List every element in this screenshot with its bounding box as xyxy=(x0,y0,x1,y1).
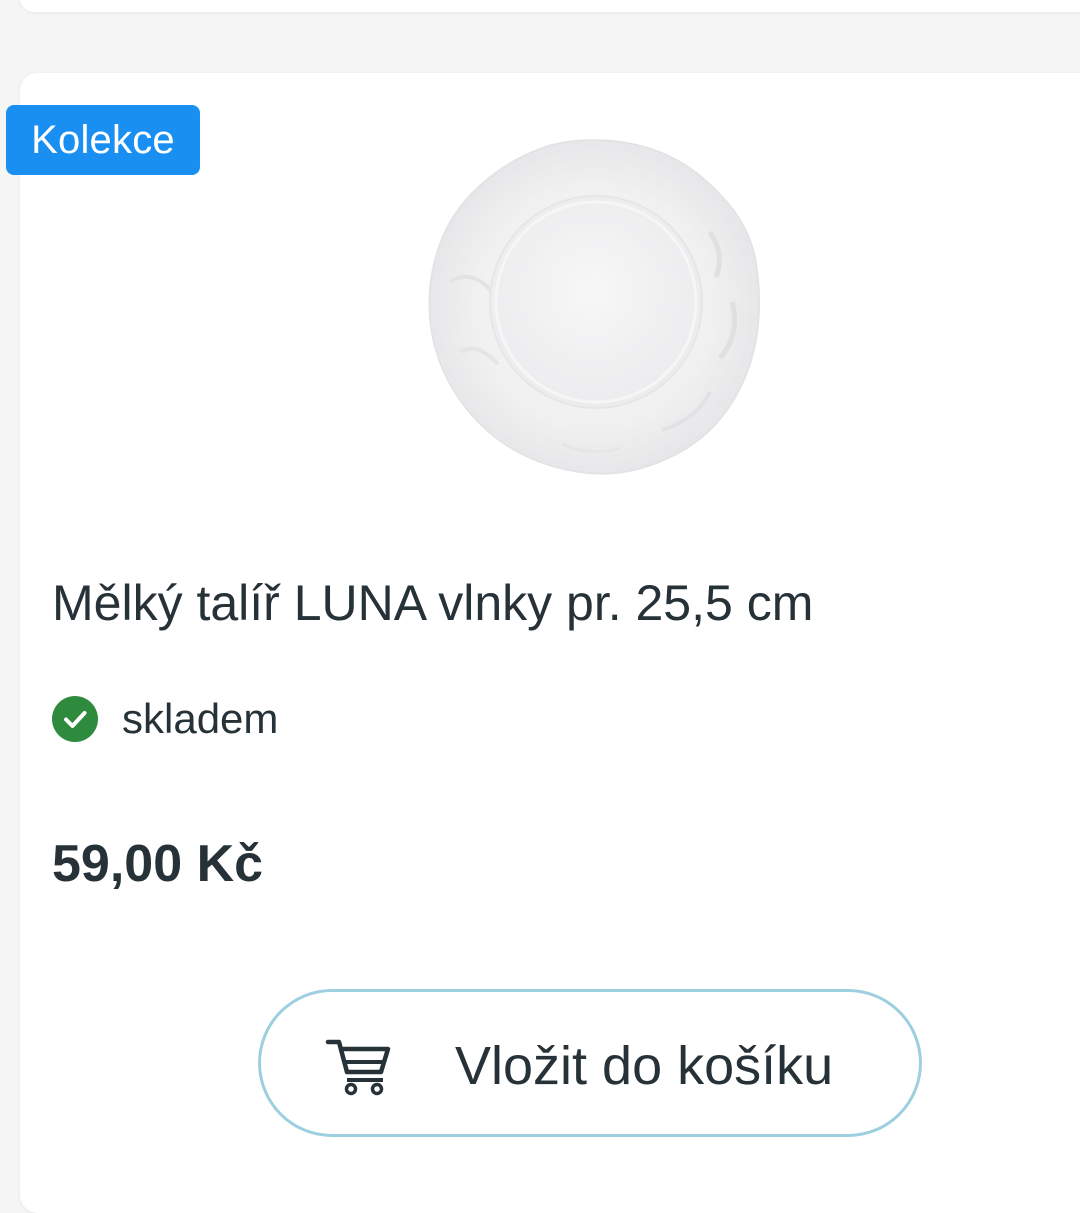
add-to-cart-button[interactable]: Vložit do košíku xyxy=(258,989,922,1137)
stock-status-label: skladem xyxy=(122,695,279,742)
product-image[interactable] xyxy=(420,132,766,478)
product-price: 59,00 Kč xyxy=(52,835,264,893)
collection-badge: Kolekce xyxy=(6,105,200,175)
add-to-cart-label: Vložit do košíku xyxy=(455,1036,834,1096)
shopping-cart-icon xyxy=(325,1036,393,1096)
previous-card-edge xyxy=(20,0,1080,12)
product-title[interactable]: Mělký talíř LUNA vlnky pr. 25,5 cm xyxy=(52,572,813,634)
stock-status: skladem xyxy=(52,694,278,744)
plate-image xyxy=(428,139,761,475)
check-circle-icon xyxy=(52,696,98,742)
